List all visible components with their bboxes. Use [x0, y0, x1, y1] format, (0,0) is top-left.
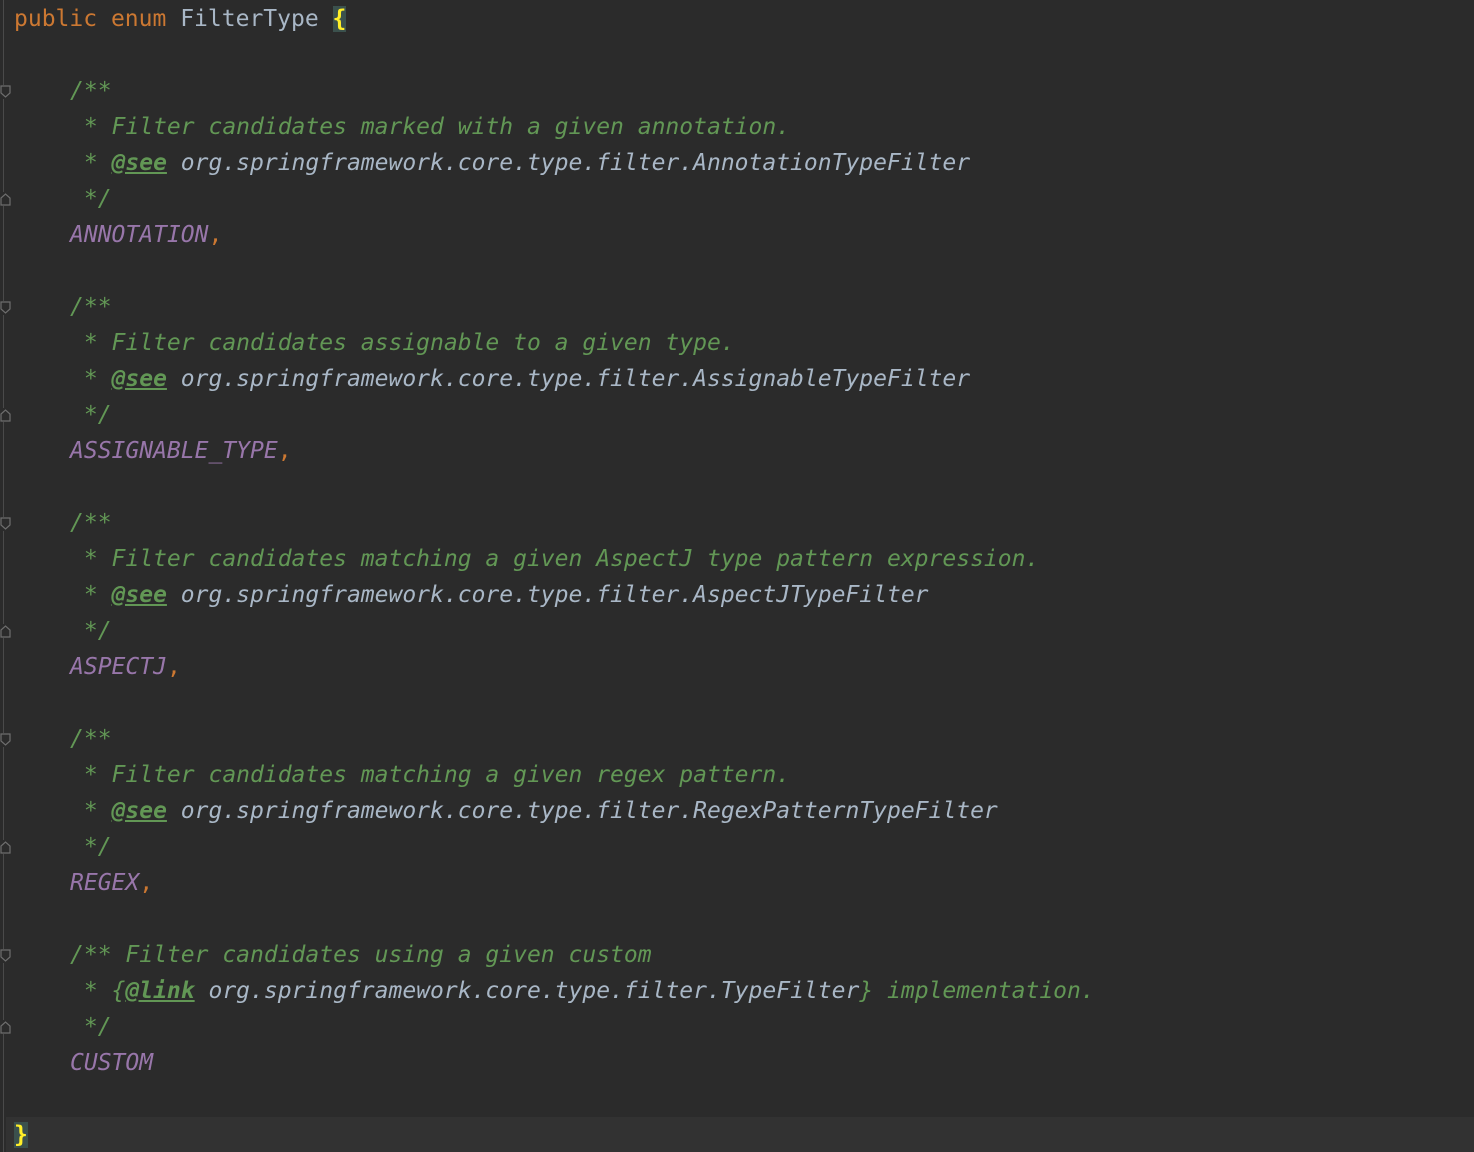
see-tag[interactable]: @see — [112, 798, 167, 824]
javadoc-tail: implementation. — [873, 978, 1095, 1004]
fold-open-icon[interactable] — [0, 85, 12, 99]
enum-constant: ANNOTATION — [70, 222, 209, 248]
keyword-public: public — [14, 6, 98, 32]
javadoc-star: * — [70, 798, 112, 824]
javadoc-description: * Filter candidates marked with a given … — [70, 114, 791, 140]
javadoc-open: /** — [70, 294, 112, 320]
javadoc-description: * Filter candidates assignable to a give… — [70, 330, 735, 356]
fold-open-icon[interactable] — [0, 301, 12, 315]
javadoc-link-line: * {@link org.springframework.core.type.f… — [70, 973, 1095, 1009]
enum-constant-line[interactable]: ANNOTATION, — [70, 217, 222, 253]
javadoc-see-line: * @see org.springframework.core.type.fil… — [70, 145, 970, 181]
enum-constant: ASSIGNABLE_TYPE — [70, 438, 278, 464]
javadoc-close: */ — [70, 402, 112, 428]
enum-constant-line[interactable]: REGEX, — [70, 865, 153, 901]
link-tag[interactable]: @link — [125, 978, 194, 1004]
enum-constant: ASPECTJ — [70, 654, 167, 680]
enum-declaration-line[interactable]: public enum FilterType { — [14, 1, 347, 37]
javadoc-description: * Filter candidates matching a given Asp… — [70, 546, 1040, 572]
javadoc-close: */ — [70, 186, 112, 212]
link-reference[interactable]: org.springframework.core.type.filter.Typ… — [195, 978, 859, 1004]
keyword-enum: enum — [110, 6, 167, 32]
javadoc-star: * — [70, 366, 112, 392]
javadoc-open: /** — [70, 726, 112, 752]
javadoc-description: * Filter candidates matching a given reg… — [70, 762, 791, 788]
javadoc-close: */ — [70, 834, 112, 860]
javadoc-open: /** Filter candidates using a given cust… — [70, 942, 652, 968]
enum-constant: REGEX — [70, 870, 140, 896]
fold-gutter — [3, 0, 4, 1152]
javadoc-star: * — [70, 150, 112, 176]
comma: , — [208, 222, 223, 248]
comma: , — [277, 438, 292, 464]
current-line-highlight — [6, 1117, 1474, 1152]
fold-open-icon[interactable] — [0, 517, 12, 531]
enum-constant-line[interactable]: ASPECTJ, — [70, 649, 181, 685]
enum-constant-line[interactable]: ASSIGNABLE_TYPE, — [70, 433, 292, 469]
close-brace: } — [14, 1122, 28, 1148]
enum-name: FilterType — [180, 6, 319, 32]
comma: , — [139, 870, 154, 896]
code-editor[interactable]: public enum FilterType { /** * Filter ca… — [0, 0, 1474, 1152]
see-tag[interactable]: @see — [112, 366, 167, 392]
fold-close-icon[interactable] — [0, 1020, 12, 1034]
javadoc-close: */ — [70, 618, 112, 644]
fold-open-icon[interactable] — [0, 733, 12, 747]
see-tag[interactable]: @see — [112, 150, 167, 176]
comma: , — [166, 654, 181, 680]
javadoc-see-line: * @see org.springframework.core.type.fil… — [70, 361, 970, 397]
fold-close-icon[interactable] — [0, 624, 12, 638]
javadoc-open: /** — [70, 510, 112, 536]
fold-open-icon[interactable] — [0, 949, 12, 963]
see-tag[interactable]: @see — [112, 582, 167, 608]
enum-constant: CUSTOM — [70, 1050, 154, 1076]
javadoc-star: * { — [70, 978, 126, 1004]
javadoc-open: /** — [70, 78, 112, 104]
javadoc-see-line: * @see org.springframework.core.type.fil… — [70, 577, 929, 613]
javadoc-close: */ — [70, 1014, 112, 1040]
see-reference[interactable]: org.springframework.core.type.filter.Asp… — [167, 582, 929, 608]
enum-constant-line[interactable]: CUSTOM — [70, 1045, 153, 1081]
fold-close-icon[interactable] — [0, 840, 12, 854]
see-reference[interactable]: org.springframework.core.type.filter.Ass… — [167, 366, 970, 392]
open-brace: { — [332, 6, 347, 32]
fold-close-icon[interactable] — [0, 192, 12, 206]
link-close-brace: } — [859, 978, 874, 1004]
see-reference[interactable]: org.springframework.core.type.filter.Reg… — [167, 798, 998, 824]
see-reference[interactable]: org.springframework.core.type.filter.Ann… — [167, 150, 970, 176]
javadoc-star: * — [70, 582, 112, 608]
javadoc-see-line: * @see org.springframework.core.type.fil… — [70, 793, 998, 829]
fold-close-icon[interactable] — [0, 408, 12, 422]
closing-brace-line[interactable]: } — [14, 1117, 28, 1152]
